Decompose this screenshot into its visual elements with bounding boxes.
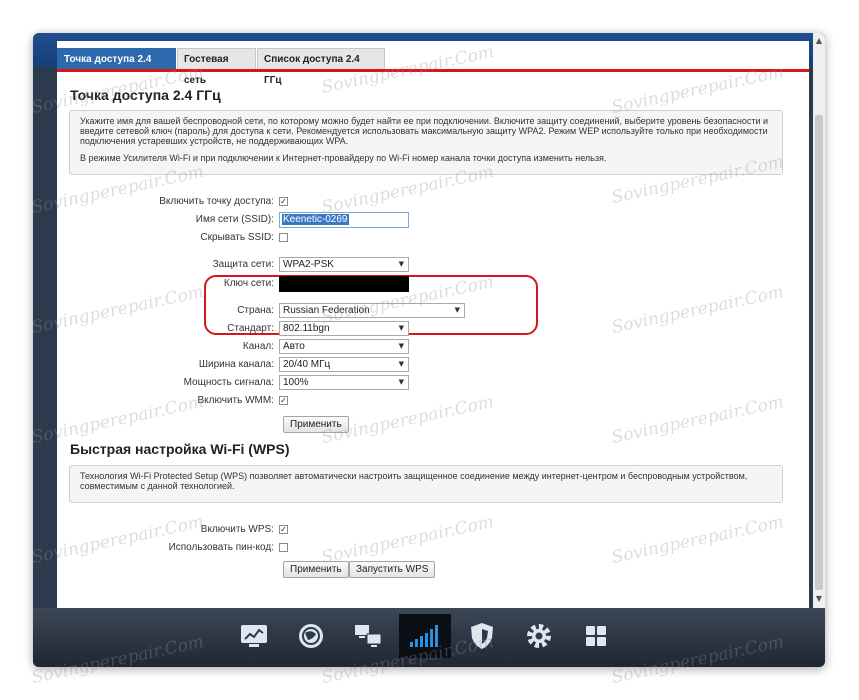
tab-bar: Точка доступа 2.4 ГГц Гостевая сеть Спис… xyxy=(57,41,809,86)
security-label: Защита сети: xyxy=(212,259,274,270)
security-nav-button[interactable] xyxy=(456,614,508,658)
row-pin-code: Использовать пин-код: xyxy=(57,540,809,557)
tab-access-list-2-4[interactable]: Список доступа 2.4 ГГц xyxy=(257,48,385,86)
section-title-wps: Быстрая настройка Wi-Fi (WPS) xyxy=(70,441,290,457)
chevron-down-icon: ▼ xyxy=(398,324,404,332)
country-select[interactable]: Russian Federation ▼ xyxy=(279,303,465,318)
section-title-access-point: Точка доступа 2.4 ГГц xyxy=(70,87,221,103)
ssid-value: Keenetic-0269 xyxy=(282,214,349,225)
pin-label: Использовать пин-код: xyxy=(168,542,274,553)
standard-label: Стандарт: xyxy=(227,323,274,334)
enable-wps-label: Включить WPS: xyxy=(200,524,274,535)
globe-icon xyxy=(299,624,323,648)
row-wmm: Включить WMM: ✓ xyxy=(57,393,809,410)
channel-width-select[interactable]: 20/40 МГц ▼ xyxy=(279,357,409,372)
key-label: Ключ сети: xyxy=(223,278,274,289)
width-value: 20/40 МГц xyxy=(283,359,331,370)
hide-ssid-checkbox[interactable] xyxy=(279,233,288,242)
row-channel-width: Ширина канала: 20/40 МГц ▼ xyxy=(57,357,809,374)
scroll-down-icon[interactable]: ▼ xyxy=(813,594,825,603)
tab-access-point-2-4[interactable]: Точка доступа 2.4 ГГц xyxy=(57,48,176,86)
width-label: Ширина канала: xyxy=(198,359,274,370)
security-select[interactable]: WPA2-PSK ▼ xyxy=(279,257,409,272)
bottom-navigation-bar xyxy=(33,608,825,667)
row-country: Страна: Russian Federation ▼ xyxy=(57,303,809,320)
monitor-nav-button[interactable] xyxy=(228,614,280,658)
system-nav-button[interactable] xyxy=(513,614,565,658)
channel-select[interactable]: Авто ▼ xyxy=(279,339,409,354)
standard-select[interactable]: 802.11bgn ▼ xyxy=(279,321,409,336)
country-value: Russian Federation xyxy=(283,305,370,316)
row-ssid: Имя сети (SSID): Keenetic-0269 xyxy=(57,212,809,229)
scroll-up-icon[interactable]: ▲ xyxy=(813,36,825,45)
channel-value: Авто xyxy=(283,341,305,352)
scrollbar-thumb[interactable] xyxy=(815,115,823,590)
ssid-label: Имя сети (SSID): xyxy=(195,214,274,225)
row-enable-wps: Включить WPS: ✓ xyxy=(57,522,809,539)
enable-wps-checkbox[interactable]: ✓ xyxy=(279,525,288,534)
wifi-signal-icon xyxy=(410,625,438,647)
tab-guest-network[interactable]: Гостевая сеть xyxy=(177,48,256,86)
ssid-input[interactable]: Keenetic-0269 xyxy=(279,212,409,228)
row-power: Мощность сигнала: 100% ▼ xyxy=(57,375,809,392)
row-hide-ssid: Скрывать SSID: xyxy=(57,230,809,247)
apps-icon xyxy=(586,626,606,646)
network-icon xyxy=(355,625,382,647)
row-network-key: Ключ сети: xyxy=(57,276,809,293)
standard-value: 802.11bgn xyxy=(283,323,330,334)
apps-nav-button[interactable] xyxy=(570,614,622,658)
monitor-icon xyxy=(241,625,267,647)
start-wps-button[interactable]: Запустить WPS xyxy=(349,561,436,578)
wifi-nav-button[interactable] xyxy=(399,614,451,658)
apply-button[interactable]: Применить xyxy=(283,416,349,433)
row-channel: Канал: Авто ▼ xyxy=(57,339,809,356)
main-content: Точка доступа 2.4 ГГц Гостевая сеть Спис… xyxy=(57,41,809,626)
power-select[interactable]: 100% ▼ xyxy=(279,375,409,390)
chevron-down-icon: ▼ xyxy=(398,342,404,350)
home-network-nav-button[interactable] xyxy=(342,614,394,658)
info-box-wps: Технология Wi-Fi Protected Setup (WPS) п… xyxy=(69,465,783,503)
chevron-down-icon: ▼ xyxy=(454,306,460,314)
enable-ap-checkbox[interactable]: ✓ xyxy=(279,197,288,206)
row-enable-ap: Включить точку доступа: ✓ xyxy=(57,194,809,211)
internet-nav-button[interactable] xyxy=(285,614,337,658)
vertical-scrollbar[interactable]: ▲ ▼ xyxy=(813,33,825,608)
pin-code-checkbox[interactable] xyxy=(279,543,288,552)
row-standard: Стандарт: 802.11bgn ▼ xyxy=(57,321,809,338)
info-text-2: В режиме Усилителя Wi-Fi и при подключен… xyxy=(80,153,607,163)
power-label: Мощность сигнала: xyxy=(183,377,274,388)
chevron-down-icon: ▼ xyxy=(398,260,404,268)
wps-info-text: Технология Wi-Fi Protected Setup (WPS) п… xyxy=(80,471,748,491)
wmm-checkbox[interactable]: ✓ xyxy=(279,396,288,405)
gear-icon xyxy=(527,624,551,648)
country-label: Страна: xyxy=(237,305,274,316)
info-text-1: Укажите имя для вашей беспроводной сети,… xyxy=(80,116,769,146)
wps-apply-button[interactable]: Применить xyxy=(283,561,349,578)
channel-label: Канал: xyxy=(242,341,274,352)
enable-ap-label: Включить точку доступа: xyxy=(159,196,274,207)
row-security: Защита сети: WPA2-PSK ▼ xyxy=(57,257,809,274)
chevron-down-icon: ▼ xyxy=(398,360,404,368)
hide-ssid-label: Скрывать SSID: xyxy=(200,232,274,243)
wmm-label: Включить WMM: xyxy=(197,395,274,406)
router-admin-window: Точка доступа 2.4 ГГц Гостевая сеть Спис… xyxy=(33,33,825,667)
info-box-access-point: Укажите имя для вашей беспроводной сети,… xyxy=(69,110,783,175)
network-key-input[interactable] xyxy=(279,276,409,292)
security-value: WPA2-PSK xyxy=(283,259,334,270)
shield-icon xyxy=(471,623,493,649)
chevron-down-icon: ▼ xyxy=(398,378,404,386)
power-value: 100% xyxy=(283,377,309,388)
